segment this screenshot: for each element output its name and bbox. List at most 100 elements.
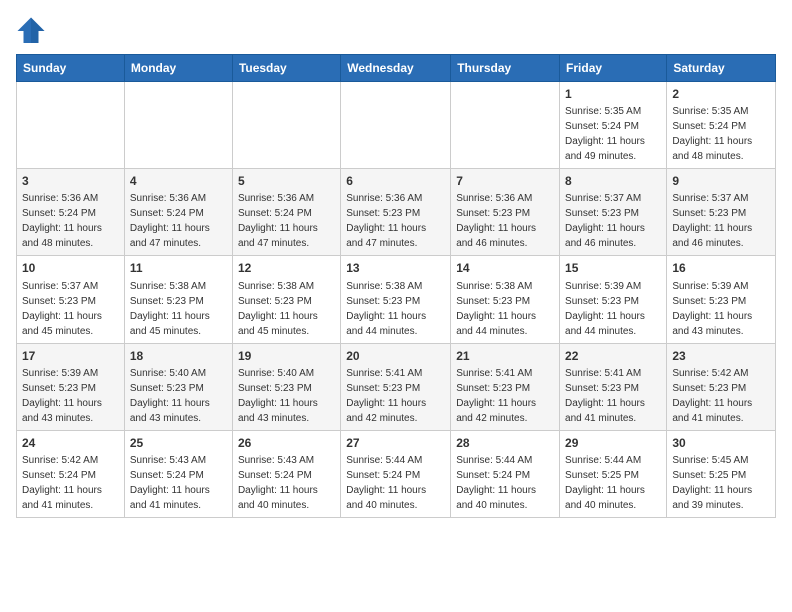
day-info: Sunrise: 5:36 AM Sunset: 5:24 PM Dayligh… <box>238 193 318 249</box>
calendar-day-cell: 23Sunrise: 5:42 AM Sunset: 5:23 PM Dayli… <box>667 343 776 430</box>
day-number: 3 <box>22 173 119 189</box>
day-info: Sunrise: 5:44 AM Sunset: 5:25 PM Dayligh… <box>565 455 645 511</box>
calendar-day-cell: 16 Sunrise: 5:39 AM Sunset: 5:23 PM Dayli… <box>667 256 776 343</box>
day-info: Sunrise: 5:36 AM Sunset: 5:24 PM Dayligh… <box>22 193 102 249</box>
calendar-day-cell: 10 Sunrise: 5:37 AM Sunset: 5:23 PM Dayli… <box>17 256 125 343</box>
weekday-header-sunday: Sunday <box>17 55 125 82</box>
day-info: Sunrise: 5:36 AM Sunset: 5:23 PM Dayligh… <box>456 193 536 249</box>
calendar-day-cell: 12 Sunrise: 5:38 AM Sunset: 5:23 PM Dayli… <box>232 256 340 343</box>
calendar-day-cell: 18 Sunrise: 5:40 AM Sunset: 5:23 PM Dayli… <box>124 343 232 430</box>
day-info: Sunrise: 5:36 AM Sunset: 5:23 PM Dayligh… <box>346 193 426 249</box>
calendar-day-cell: 14 Sunrise: 5:38 AM Sunset: 5:23 PM Dayli… <box>451 256 560 343</box>
day-number: 14 <box>456 260 554 276</box>
day-number: 25 <box>130 435 227 451</box>
calendar-day-cell: 29 Sunrise: 5:44 AM Sunset: 5:25 PM Dayli… <box>560 430 667 517</box>
day-number: 27 <box>346 435 445 451</box>
weekday-header-thursday: Thursday <box>451 55 560 82</box>
day-info: Sunrise: 5:41 AM Sunset: 5:23 PM Dayligh… <box>565 368 645 424</box>
calendar-day-cell: 7 Sunrise: 5:36 AM Sunset: 5:23 PM Daylig… <box>451 169 560 256</box>
weekday-header-row: SundayMondayTuesdayWednesdayThursdayFrid… <box>17 55 776 82</box>
day-info: Sunrise: 5:35 AM Sunset: 5:24 PM Dayligh… <box>672 106 752 162</box>
calendar-week-row: 24Sunrise: 5:42 AM Sunset: 5:24 PM Dayli… <box>17 430 776 517</box>
day-number: 1 <box>565 86 661 102</box>
day-number: 24 <box>22 435 119 451</box>
logo <box>16 16 50 46</box>
calendar-day-cell: 30 Sunrise: 5:45 AM Sunset: 5:25 PM Dayli… <box>667 430 776 517</box>
calendar-day-cell: 26Sunrise: 5:43 AM Sunset: 5:24 PM Dayli… <box>232 430 340 517</box>
calendar-day-cell: 20Sunrise: 5:41 AM Sunset: 5:23 PM Dayli… <box>341 343 451 430</box>
day-info: Sunrise: 5:38 AM Sunset: 5:23 PM Dayligh… <box>346 281 426 337</box>
day-number: 7 <box>456 173 554 189</box>
calendar-week-row: 17Sunrise: 5:39 AM Sunset: 5:23 PM Dayli… <box>17 343 776 430</box>
day-info: Sunrise: 5:35 AM Sunset: 5:24 PM Dayligh… <box>565 106 645 162</box>
header <box>16 16 776 46</box>
calendar-day-cell: 6Sunrise: 5:36 AM Sunset: 5:23 PM Daylig… <box>341 169 451 256</box>
day-number: 17 <box>22 348 119 364</box>
day-info: Sunrise: 5:41 AM Sunset: 5:23 PM Dayligh… <box>456 368 536 424</box>
calendar-day-cell: 3 Sunrise: 5:36 AM Sunset: 5:24 PM Daylig… <box>17 169 125 256</box>
calendar-day-cell: 1 Sunrise: 5:35 AM Sunset: 5:24 PM Daylig… <box>560 82 667 169</box>
day-info: Sunrise: 5:36 AM Sunset: 5:24 PM Dayligh… <box>130 193 210 249</box>
day-info: Sunrise: 5:39 AM Sunset: 5:23 PM Dayligh… <box>672 281 752 337</box>
day-info: Sunrise: 5:37 AM Sunset: 5:23 PM Dayligh… <box>565 193 645 249</box>
day-number: 26 <box>238 435 335 451</box>
calendar-day-cell: 5 Sunrise: 5:36 AM Sunset: 5:24 PM Daylig… <box>232 169 340 256</box>
day-number: 23 <box>672 348 770 364</box>
calendar-day-cell: 11 Sunrise: 5:38 AM Sunset: 5:23 PM Dayli… <box>124 256 232 343</box>
day-number: 2 <box>672 86 770 102</box>
weekday-header-tuesday: Tuesday <box>232 55 340 82</box>
calendar-day-cell <box>451 82 560 169</box>
calendar-day-cell: 19 Sunrise: 5:40 AM Sunset: 5:23 PM Dayli… <box>232 343 340 430</box>
day-info: Sunrise: 5:37 AM Sunset: 5:23 PM Dayligh… <box>22 281 102 337</box>
day-info: Sunrise: 5:45 AM Sunset: 5:25 PM Dayligh… <box>672 455 752 511</box>
calendar-day-cell: 8Sunrise: 5:37 AM Sunset: 5:23 PM Daylig… <box>560 169 667 256</box>
day-number: 11 <box>130 260 227 276</box>
weekday-header-saturday: Saturday <box>667 55 776 82</box>
day-number: 12 <box>238 260 335 276</box>
day-info: Sunrise: 5:38 AM Sunset: 5:23 PM Dayligh… <box>456 281 536 337</box>
day-info: Sunrise: 5:39 AM Sunset: 5:23 PM Dayligh… <box>565 281 645 337</box>
day-number: 5 <box>238 173 335 189</box>
day-number: 28 <box>456 435 554 451</box>
day-number: 30 <box>672 435 770 451</box>
calendar-day-cell: 15 Sunrise: 5:39 AM Sunset: 5:23 PM Dayli… <box>560 256 667 343</box>
calendar-day-cell: 13 Sunrise: 5:38 AM Sunset: 5:23 PM Dayli… <box>341 256 451 343</box>
page-container: SundayMondayTuesdayWednesdayThursdayFrid… <box>16 16 776 518</box>
logo-icon <box>16 16 46 46</box>
day-number: 18 <box>130 348 227 364</box>
calendar-week-row: 10 Sunrise: 5:37 AM Sunset: 5:23 PM Dayli… <box>17 256 776 343</box>
day-number: 15 <box>565 260 661 276</box>
day-info: Sunrise: 5:44 AM Sunset: 5:24 PM Dayligh… <box>456 455 536 511</box>
day-number: 20 <box>346 348 445 364</box>
calendar-day-cell: 2 Sunrise: 5:35 AM Sunset: 5:24 PM Daylig… <box>667 82 776 169</box>
day-info: Sunrise: 5:40 AM Sunset: 5:23 PM Dayligh… <box>238 368 318 424</box>
calendar-day-cell: 28 Sunrise: 5:44 AM Sunset: 5:24 PM Dayli… <box>451 430 560 517</box>
day-number: 29 <box>565 435 661 451</box>
weekday-header-wednesday: Wednesday <box>341 55 451 82</box>
day-info: Sunrise: 5:38 AM Sunset: 5:23 PM Dayligh… <box>238 281 318 337</box>
calendar-day-cell: 24Sunrise: 5:42 AM Sunset: 5:24 PM Dayli… <box>17 430 125 517</box>
day-info: Sunrise: 5:44 AM Sunset: 5:24 PM Dayligh… <box>346 455 426 511</box>
calendar-day-cell <box>232 82 340 169</box>
day-number: 16 <box>672 260 770 276</box>
calendar-day-cell <box>124 82 232 169</box>
calendar-day-cell: 25 Sunrise: 5:43 AM Sunset: 5:24 PM Dayli… <box>124 430 232 517</box>
calendar-day-cell: 17Sunrise: 5:39 AM Sunset: 5:23 PM Dayli… <box>17 343 125 430</box>
calendar-table: SundayMondayTuesdayWednesdayThursdayFrid… <box>16 54 776 518</box>
calendar-day-cell <box>341 82 451 169</box>
day-info: Sunrise: 5:37 AM Sunset: 5:23 PM Dayligh… <box>672 193 752 249</box>
day-number: 21 <box>456 348 554 364</box>
day-info: Sunrise: 5:43 AM Sunset: 5:24 PM Dayligh… <box>130 455 210 511</box>
weekday-header-monday: Monday <box>124 55 232 82</box>
calendar-day-cell: 4 Sunrise: 5:36 AM Sunset: 5:24 PM Daylig… <box>124 169 232 256</box>
calendar-day-cell: 9Sunrise: 5:37 AM Sunset: 5:23 PM Daylig… <box>667 169 776 256</box>
day-number: 10 <box>22 260 119 276</box>
day-number: 13 <box>346 260 445 276</box>
day-info: Sunrise: 5:40 AM Sunset: 5:23 PM Dayligh… <box>130 368 210 424</box>
day-info: Sunrise: 5:38 AM Sunset: 5:23 PM Dayligh… <box>130 281 210 337</box>
calendar-day-cell <box>17 82 125 169</box>
calendar-day-cell: 21 Sunrise: 5:41 AM Sunset: 5:23 PM Dayli… <box>451 343 560 430</box>
day-number: 4 <box>130 173 227 189</box>
day-number: 19 <box>238 348 335 364</box>
calendar-week-row: 3 Sunrise: 5:36 AM Sunset: 5:24 PM Daylig… <box>17 169 776 256</box>
